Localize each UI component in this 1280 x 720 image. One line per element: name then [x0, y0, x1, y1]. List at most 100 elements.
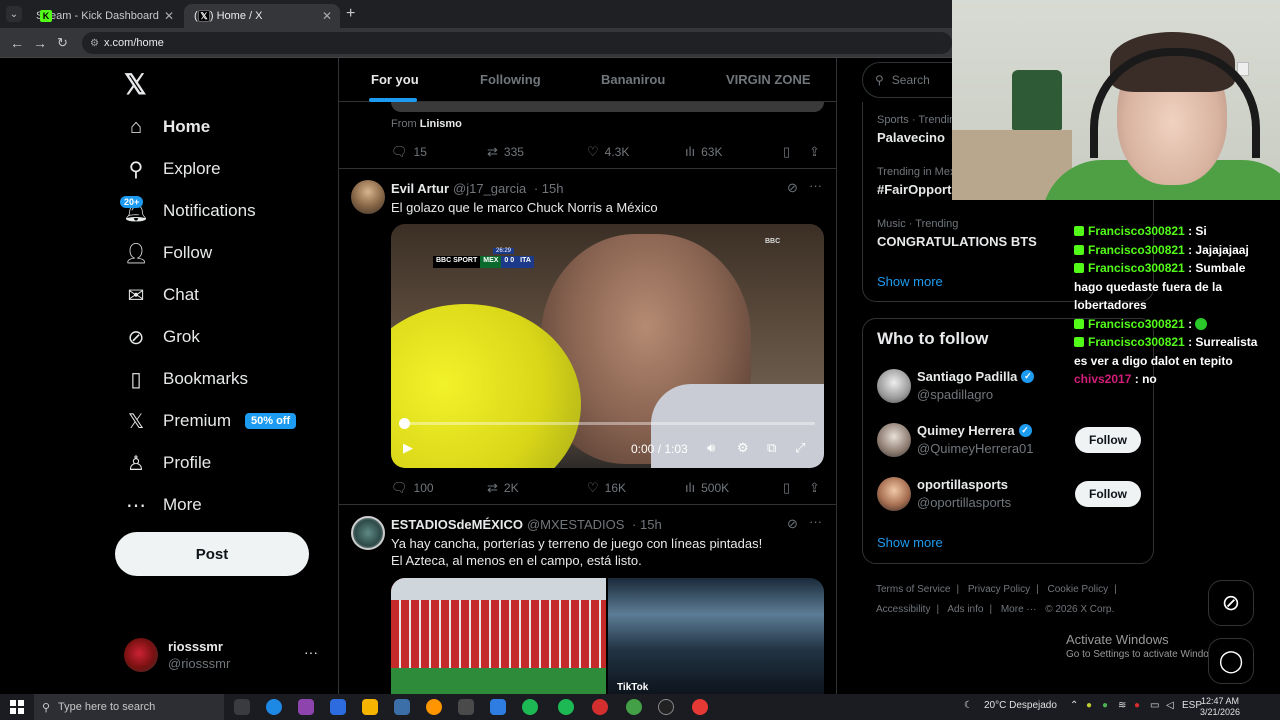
tray-chevron-icon[interactable]: ⌃	[1070, 700, 1078, 711]
tab-bananirou[interactable]: Bananirou	[601, 72, 665, 87]
trend-item[interactable]: CONGRATULATIONS BTS	[877, 234, 1037, 249]
grok-icon[interactable]: ⊘	[787, 180, 798, 196]
footer-link[interactable]: More ···	[1001, 604, 1037, 615]
grok-icon[interactable]: ⊘	[1208, 580, 1254, 626]
share-button[interactable]: ⇪	[809, 480, 826, 496]
spotify-icon[interactable]	[558, 699, 574, 715]
avatar[interactable]	[877, 423, 911, 457]
video-progress-bar[interactable]	[403, 422, 815, 425]
vscode-icon[interactable]	[394, 699, 410, 715]
avatar[interactable]	[877, 369, 911, 403]
video-scrubber-handle[interactable]	[399, 418, 410, 429]
nav-bookmarks[interactable]: ▯ Bookmarks	[124, 361, 248, 397]
app-icon[interactable]	[490, 699, 506, 715]
nav-more[interactable]: ⋯ More	[124, 487, 202, 523]
settings-gear-icon[interactable]: ⚙	[737, 440, 749, 456]
stadium-photo[interactable]	[391, 578, 606, 694]
nav-follow[interactable]: 👤︎ Follow	[123, 235, 212, 271]
follow-suggestion-name[interactable]: Santiago Padilla ✓	[917, 369, 1035, 384]
tab-search-icon[interactable]: ⌄	[6, 6, 22, 22]
bookmark-button[interactable]: ▯	[783, 144, 796, 160]
app-icon[interactable]	[458, 699, 474, 715]
follow-suggestion-name[interactable]: oportillasports	[917, 477, 1008, 492]
weather-icon[interactable]: ☾	[964, 700, 973, 711]
show-more-follow[interactable]: Show more	[877, 535, 943, 550]
tab-following[interactable]: Following	[480, 72, 541, 87]
taskbar-clock[interactable]: 12:47 AM 3/21/2026	[1200, 696, 1240, 718]
grok-icon[interactable]: ⊘	[787, 516, 798, 532]
post-button[interactable]: Post	[115, 532, 309, 576]
footer-link[interactable]: Ads info	[947, 604, 983, 615]
nav-profile[interactable]: ♙ Profile	[124, 445, 211, 481]
browser-tab-kick[interactable]: K Stream - Kick Dashboard ✕	[26, 4, 182, 28]
wifi-icon[interactable]: ≋	[1118, 700, 1126, 711]
forward-arrow-icon[interactable]: →	[33, 35, 47, 51]
site-info-icon[interactable]: ⚙	[90, 38, 99, 49]
reply-button[interactable]: 🗨︎ 15	[391, 144, 427, 160]
pip-icon[interactable]: ⧉	[767, 440, 776, 456]
close-icon[interactable]: ✕	[322, 9, 332, 23]
chat-bubble-icon[interactable]: ◯	[1208, 638, 1254, 684]
nav-home[interactable]: ⌂ Home	[124, 109, 210, 145]
chrome-icon[interactable]	[692, 699, 708, 715]
language-indicator[interactable]: ESP	[1182, 700, 1202, 711]
stadium-night-video[interactable]	[608, 578, 824, 694]
tab-for-you[interactable]: For you	[371, 72, 419, 87]
author-name[interactable]: ESTADIOSdeMÉXICO	[391, 517, 523, 532]
author-name[interactable]: Evil Artur	[391, 181, 449, 196]
avatar[interactable]	[877, 477, 911, 511]
new-tab-button[interactable]: +	[346, 5, 355, 23]
avatar[interactable]	[351, 516, 385, 550]
edge-icon[interactable]	[266, 699, 282, 715]
battery-icon[interactable]: ▭	[1150, 700, 1159, 711]
x-logo-icon[interactable]: 𝕏	[124, 68, 147, 101]
views-button[interactable]: ılı 63K	[685, 144, 722, 159]
nav-chat[interactable]: ✉ Chat	[124, 277, 199, 313]
views-button[interactable]: ılı 500K	[685, 480, 729, 495]
nav-grok[interactable]: ⊘ Grok	[124, 319, 200, 355]
follow-suggestion-name[interactable]: Quimey Herrera ✓	[917, 423, 1032, 438]
spotify-icon[interactable]	[522, 699, 538, 715]
like-button[interactable]: ♡ 4.3K	[587, 144, 629, 160]
like-button[interactable]: ♡ 16K	[587, 480, 626, 496]
follow-button[interactable]: Follow	[1075, 427, 1141, 453]
copilot-icon[interactable]	[298, 699, 314, 715]
app-icon[interactable]	[592, 699, 608, 715]
more-dots-icon[interactable]: ···	[809, 514, 822, 529]
repost-button[interactable]: ⇄ 335	[487, 144, 524, 160]
taskbar-search-input[interactable]: ⚲ Type here to search	[34, 694, 224, 720]
weather-text[interactable]: 20°C Despejado	[984, 700, 1057, 711]
avatar[interactable]	[351, 180, 385, 214]
follow-button[interactable]: Follow	[1075, 481, 1141, 507]
tray-app-icon[interactable]: ●	[1134, 700, 1140, 711]
url-field[interactable]: ⚙ x.com/home	[82, 32, 952, 54]
from-name[interactable]: Linismo	[420, 118, 462, 130]
tweet-media-grid[interactable]: TikTok	[391, 578, 824, 694]
tab-virgin-zone[interactable]: VIRGIN ZONE	[726, 72, 811, 87]
reply-button[interactable]: 🗨︎ 100	[391, 480, 434, 496]
tray-app-icon[interactable]: ●	[1086, 700, 1092, 711]
windows-start-icon[interactable]	[10, 700, 24, 714]
previous-tweet-media[interactable]	[391, 102, 824, 112]
play-icon[interactable]: ▶	[403, 440, 413, 456]
speaker-icon[interactable]: ◁	[1166, 700, 1174, 711]
trend-item[interactable]: #FairOpport	[877, 182, 951, 197]
video-player[interactable]: BBC SPORT MEX 0 0 ITA 26:29 BBC ▶ 0:00 /…	[391, 224, 824, 468]
obs-icon[interactable]	[658, 699, 674, 715]
back-arrow-icon[interactable]: ←	[10, 35, 24, 51]
more-dots-icon[interactable]: ···	[304, 644, 318, 660]
task-view-icon[interactable]	[234, 699, 250, 715]
tray-app-icon[interactable]: ●	[1102, 700, 1108, 711]
footer-link[interactable]: Cookie Policy	[1048, 584, 1109, 595]
repost-button[interactable]: ⇄ 2K	[487, 480, 519, 496]
footer-link[interactable]: Terms of Service	[876, 584, 950, 595]
fullscreen-icon[interactable]: ⤢	[795, 440, 805, 456]
nav-premium[interactable]: 𝕏 Premium 50% off	[124, 403, 297, 439]
author-handle[interactable]: @MXESTADIOS	[527, 517, 624, 532]
file-explorer-icon[interactable]	[362, 699, 378, 715]
firefox-icon[interactable]	[426, 699, 442, 715]
tweet-time[interactable]: · 15h	[534, 181, 564, 196]
volume-icon[interactable]: 🔊︎	[707, 440, 715, 456]
bookmark-button[interactable]: ▯	[783, 480, 796, 496]
share-button[interactable]: ⇪	[809, 144, 826, 160]
